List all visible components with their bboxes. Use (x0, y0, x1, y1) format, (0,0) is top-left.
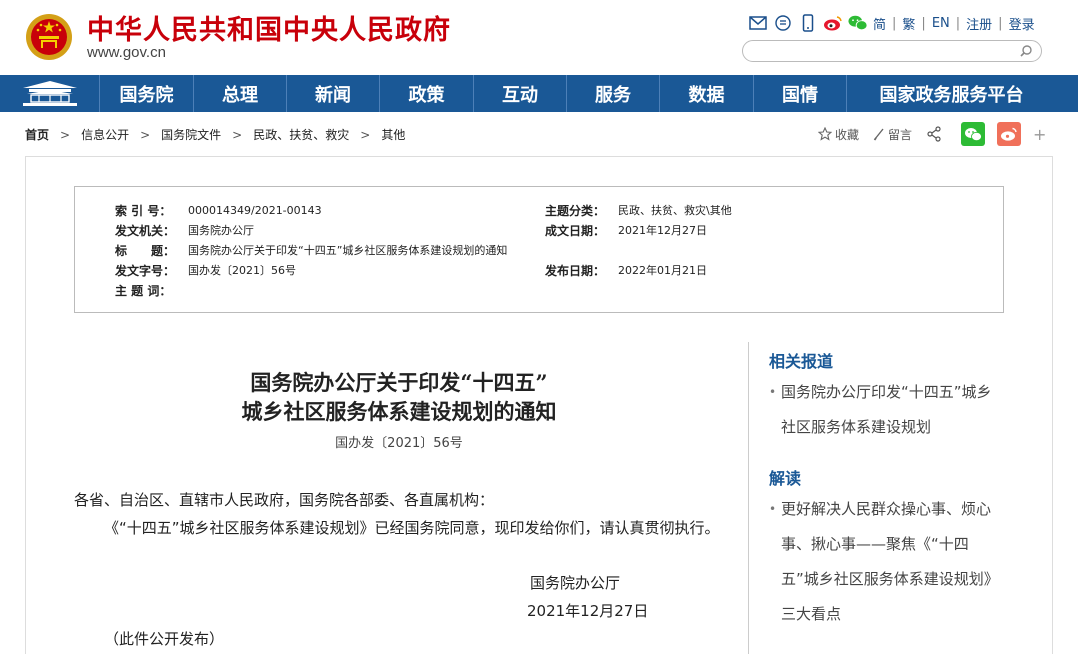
star-icon (818, 127, 832, 141)
login-link[interactable]: 登录 (1009, 14, 1035, 33)
favorite-button[interactable]: 收藏 (818, 126, 859, 143)
comment-label: 留言 (888, 127, 913, 142)
keywords-row: 主 题 词： (115, 280, 188, 300)
breadcrumb-other[interactable]: 其他 (381, 126, 405, 143)
related-reports-heading[interactable]: 相关报道 (769, 348, 833, 372)
nav-interaction[interactable]: 互动 (474, 75, 567, 112)
written-date-label: 成文日期： (545, 223, 606, 238)
weibo-share-button[interactable] (997, 122, 1022, 146)
breadcrumb-civil-affairs[interactable]: 民政、扶贫、救灾 (253, 126, 349, 143)
national-emblem-icon[interactable] (24, 12, 74, 62)
wechat-icon (965, 127, 982, 141)
nav-news[interactable]: 新闻 (287, 75, 380, 112)
published-date-value: 2022年01月21日 (618, 264, 707, 277)
chevron-right-icon: > (232, 127, 243, 142)
issuer-row: 发文机关： 国务院办公厅 (115, 220, 254, 240)
rss-icon[interactable] (773, 14, 793, 32)
link-separator: | (921, 15, 926, 31)
category-row: 主题分类： 民政、扶贫、救灾\其他 (545, 200, 732, 220)
nav-policies[interactable]: 政策 (380, 75, 474, 112)
article-title-line2: 城乡社区服务体系建设规划的通知 (241, 399, 557, 424)
more-share-button[interactable]: + (1033, 125, 1046, 144)
pen-icon (873, 128, 884, 141)
site-title[interactable]: 中华人民共和国中央人民政府 (87, 8, 451, 47)
link-separator: | (955, 15, 961, 31)
category-label: 主题分类： (545, 203, 606, 218)
nav-gov-service-platform[interactable]: 国家政务服务平台 (847, 75, 1056, 112)
keywords-label: 主 题 词： (115, 283, 172, 298)
search-box (742, 40, 1042, 62)
nav-premier[interactable]: 总理 (194, 75, 287, 112)
register-link[interactable]: 注册 (966, 14, 992, 33)
comment-button[interactable]: 留言 (873, 126, 912, 143)
top-links: 简 | 繁 | EN | 注册 | 登录 (748, 13, 1035, 33)
docno-row: 发文字号： 国办发〔2021〕56号 (115, 260, 296, 280)
issuer-label: 发文机关： (115, 223, 176, 238)
mobile-icon[interactable] (798, 14, 818, 32)
published-date-row: 发布日期： 2022年01月21日 (545, 260, 707, 280)
interpretation-list: 更好解决人民群众操心事、烦心事、揪心事——聚焦《“十四五”城乡社区服务体系建设规… (769, 492, 999, 632)
nav-state-council[interactable]: 国务院 (100, 75, 194, 112)
published-date-label: 发布日期： (545, 263, 606, 278)
breadcrumb-home[interactable]: 首页 (25, 126, 49, 143)
related-reports-list: 国务院办公厅印发“十四五”城乡社区服务体系建设规划 (769, 375, 999, 445)
written-date-value: 2021年12月27日 (618, 224, 707, 237)
link-separator: | (892, 15, 897, 31)
chevron-right-icon: > (60, 127, 71, 142)
issuer-value: 国务院办公厅 (188, 224, 254, 237)
document-info-table: 索 引 号： 000014349/2021-00143 主题分类： 民政、扶贫、… (74, 186, 1004, 313)
index-label: 索 引 号： (115, 203, 172, 218)
index-value: 000014349/2021-00143 (188, 203, 322, 217)
share-icon (927, 126, 941, 142)
interpretation-heading[interactable]: 解读 (769, 465, 801, 489)
site-header: 中华人民共和国中央人民政府 www.gov.cn 简 | 繁 | EN | 注册… (0, 0, 1078, 75)
article-note: （此件公开发布） (104, 630, 225, 648)
wechat-share-button[interactable] (961, 122, 986, 146)
related-report-link[interactable]: 国务院办公厅印发“十四五”城乡社区服务体系建设规划 (769, 375, 999, 445)
breadcrumb-council-documents[interactable]: 国务院文件 (161, 126, 221, 143)
written-date-row: 成文日期： 2021年12月27日 (545, 220, 707, 240)
nav-services[interactable]: 服务 (567, 75, 660, 112)
lang-english-link[interactable]: EN (932, 16, 950, 31)
article-body: 《“十四五”城乡社区服务体系建设规划》已经国务院同意，现印发给你们，请认真贯彻执… (104, 519, 720, 537)
chevron-right-icon: > (140, 127, 151, 142)
article-title-line1: 国务院办公厅关于印发“十四五” (250, 370, 548, 395)
palace-icon (22, 80, 77, 106)
article-title: 国务院办公厅关于印发“十四五” 城乡社区服务体系建设规划的通知 (74, 368, 724, 426)
link-separator: | (998, 15, 1003, 31)
weibo-icon (1001, 127, 1017, 141)
article-signature: 国务院办公厅 (530, 574, 621, 592)
wechat-icon[interactable] (848, 14, 868, 32)
share-button[interactable] (926, 126, 945, 142)
index-row: 索 引 号： 000014349/2021-00143 (115, 200, 322, 220)
lang-traditional-link[interactable]: 繁 (902, 14, 915, 33)
article-docno: 国办发〔2021〕56号 (335, 436, 463, 451)
sidebar-divider (748, 342, 749, 654)
nav-national-info[interactable]: 国情 (754, 75, 847, 112)
mail-icon[interactable] (748, 14, 768, 32)
docno-label: 发文字号： (115, 263, 176, 278)
search-input[interactable] (753, 42, 1013, 62)
breadcrumb-info-disclosure[interactable]: 信息公开 (81, 126, 129, 143)
breadcrumb: 首页 > 信息公开 > 国务院文件 > 民政、扶贫、救灾 > 其他 (25, 126, 405, 143)
main-nav: 国务院 总理 新闻 政策 互动 服务 数据 国情 国家政务服务平台 (0, 75, 1078, 112)
site-url: www.gov.cn (87, 44, 166, 61)
article-date: 2021年12月27日 (527, 602, 649, 620)
chevron-right-icon: > (360, 127, 371, 142)
interpretation-link[interactable]: 更好解决人民群众操心事、烦心事、揪心事——聚焦《“十四五”城乡社区服务体系建设规… (769, 492, 999, 632)
article-salutation: 各省、自治区、直辖市人民政府，国务院各部委、各直属机构： (74, 491, 495, 509)
weibo-icon[interactable] (823, 14, 843, 32)
lang-simplified-link[interactable]: 简 (873, 14, 886, 33)
favorite-label: 收藏 (835, 127, 860, 142)
title-row: 标 题： 国务院办公厅关于印发“十四五”城乡社区服务体系建设规划的通知 (115, 240, 507, 260)
category-value: 民政、扶贫、救灾\其他 (618, 204, 732, 217)
title-value: 国务院办公厅关于印发“十四五”城乡社区服务体系建设规划的通知 (188, 244, 508, 257)
nav-data[interactable]: 数据 (660, 75, 754, 112)
title-label: 标 题： (115, 243, 176, 258)
search-icon[interactable] (1019, 44, 1033, 58)
article-tools: 收藏 留言 + (818, 122, 1046, 146)
nav-home-button[interactable] (0, 75, 100, 112)
docno-value: 国办发〔2021〕56号 (188, 264, 296, 277)
